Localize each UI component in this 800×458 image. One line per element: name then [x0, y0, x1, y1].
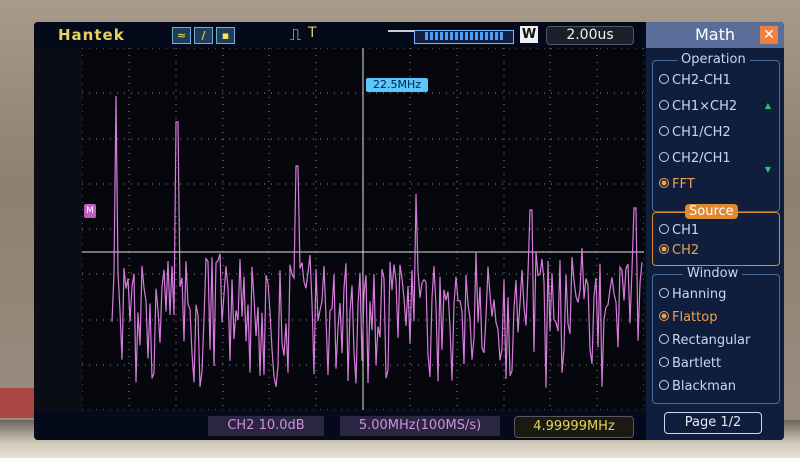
- fft-frequency-marker[interactable]: 22.5MHz: [366, 78, 428, 92]
- brand-logo: Hantek: [58, 26, 125, 44]
- option-fft[interactable]: FFT: [659, 177, 695, 192]
- math-channel-marker: M: [84, 204, 96, 218]
- option-ch2-minus-ch1[interactable]: CH2-CH1: [659, 73, 731, 88]
- option-flattop[interactable]: Flattop: [659, 310, 717, 325]
- frequency-counter: 4.99999MHz: [514, 416, 634, 438]
- ramp-icon: /: [194, 27, 213, 44]
- channel-icons: ≈ / ▪: [172, 27, 235, 44]
- menu-title: Math ✕: [646, 22, 784, 48]
- option-ch1[interactable]: CH1: [659, 223, 699, 238]
- option-blackman[interactable]: Blackman: [659, 379, 736, 394]
- bottom-status-bar: CH2 10.0dB 5.00MHz(100MS/s) 4.99999MHz: [34, 412, 646, 440]
- math-icon: ▪: [216, 27, 235, 44]
- memory-window: [414, 30, 514, 44]
- page-button[interactable]: Page 1/2: [664, 412, 762, 434]
- horizontal-rate-readout: 5.00MHz(100MS/s): [340, 416, 500, 436]
- source-label: Source: [685, 204, 738, 219]
- window-group: Window Hanning Flattop Rectangular Bartl…: [652, 266, 780, 404]
- window-mode-badge: W: [520, 26, 538, 43]
- timebase-readout: 2.00us: [546, 26, 634, 45]
- trigger-edge-icon: ⎍: [290, 25, 302, 44]
- option-ch1-times-ch2[interactable]: CH1×CH2: [659, 99, 737, 114]
- operation-group: Operation CH2-CH1 CH1×CH2 CH1/CH2 CH2/CH…: [652, 52, 780, 212]
- option-ch2[interactable]: CH2: [659, 243, 699, 258]
- close-icon[interactable]: ✕: [760, 26, 778, 44]
- math-menu: Math ✕ Operation CH2-CH1 CH1×CH2 CH1/CH2…: [646, 22, 784, 440]
- menu-title-text: Math: [694, 25, 736, 44]
- fft-trace: [111, 95, 643, 388]
- scroll-up-icon[interactable]: ▲: [765, 101, 771, 110]
- option-hanning[interactable]: Hanning: [659, 287, 726, 302]
- window-label: Window: [683, 266, 743, 281]
- wave-icon: ≈: [172, 27, 191, 44]
- operation-label: Operation: [677, 52, 750, 67]
- vertical-scale-readout: CH2 10.0dB: [208, 416, 324, 436]
- fft-trace-chart: [82, 48, 644, 410]
- option-ch2-div-ch1[interactable]: CH2/CH1: [659, 151, 731, 166]
- scroll-down-icon[interactable]: ▼: [765, 165, 771, 174]
- option-rectangular[interactable]: Rectangular: [659, 333, 750, 348]
- fft-plot-area: 22.5MHz M: [82, 48, 644, 410]
- top-status-bar: Hantek ≈ / ▪ ⎍ T W 2.00us: [34, 22, 646, 48]
- scope-screen: Hantek ≈ / ▪ ⎍ T W 2.00us 22.5MHz M CH2 …: [34, 22, 784, 440]
- source-group: Source CH1 CH2: [652, 204, 780, 266]
- option-ch1-div-ch2[interactable]: CH1/CH2: [659, 125, 731, 140]
- trigger-level-icon: [388, 30, 414, 42]
- trigger-marker-icon: T: [308, 25, 317, 41]
- bezel-red-strip: [0, 388, 36, 418]
- option-bartlett[interactable]: Bartlett: [659, 356, 721, 371]
